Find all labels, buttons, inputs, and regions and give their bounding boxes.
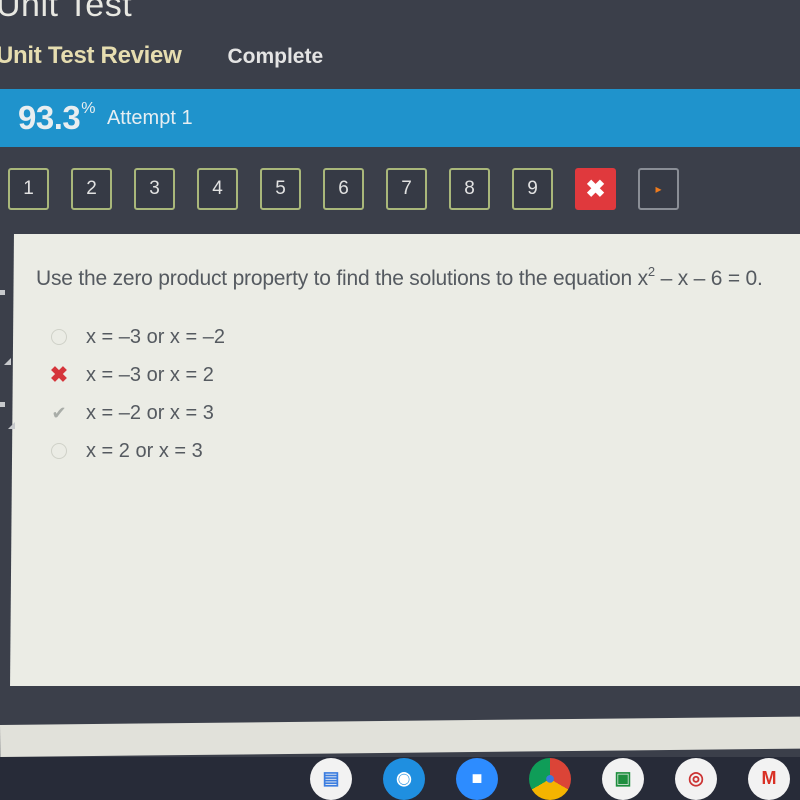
page-title: Unit Test: [0, 0, 133, 24]
choice-text: x = 2 or x = 3: [86, 439, 203, 462]
answer-choice-selected-incorrect[interactable]: ✖ x = –3 or x = 2: [48, 356, 225, 394]
question-prefix: Use the zero product property to find th…: [36, 267, 648, 290]
eye-app-icon[interactable]: ◉: [383, 757, 425, 800]
question-4-button[interactable]: 4: [197, 168, 238, 210]
answer-choice[interactable]: x = –3 or x = –2: [48, 318, 225, 356]
radio-icon[interactable]: [48, 440, 70, 462]
side-marker: [0, 402, 5, 407]
side-marker: [4, 358, 11, 365]
taskbar-shelf: ▤ ◉ ■ ● ▣ ◎ M: [0, 757, 800, 800]
score-bar: 93.3% Attempt 1: [0, 89, 800, 147]
question-6-button[interactable]: 6: [323, 168, 364, 210]
question-8-button[interactable]: 8: [449, 168, 490, 210]
question-10-incorrect-button[interactable]: ✖: [575, 168, 616, 210]
play-arrow-icon: ▸: [655, 182, 662, 196]
question-exponent: 2: [647, 264, 655, 279]
percent-sign: %: [81, 100, 95, 117]
x-mark-icon: ✖: [49, 362, 69, 387]
question-9-button[interactable]: 9: [512, 168, 553, 210]
question-2-button[interactable]: 2: [71, 168, 112, 210]
check-icon: ✔: [51, 402, 67, 423]
attempt-label: Attempt 1: [106, 106, 193, 129]
score-number: 93.3: [18, 99, 81, 136]
next-button[interactable]: ▸: [638, 168, 679, 210]
question-suffix: – x – 6 = 0.: [654, 267, 763, 290]
status-complete: Complete: [227, 45, 324, 68]
question-7-button[interactable]: 7: [386, 168, 427, 210]
answer-choices: x = –3 or x = –2 ✖ x = –3 or x = 2 ✔ x =…: [48, 318, 225, 470]
question-1-button[interactable]: 1: [8, 168, 49, 210]
lower-panel: [0, 716, 800, 757]
side-marker: [0, 290, 5, 295]
question-navigation: 1 2 3 4 5 6 7 8 9 ✖ ▸: [8, 168, 679, 210]
question-5-button[interactable]: 5: [260, 168, 301, 210]
question-text: Use the zero product property to find th…: [36, 264, 763, 291]
answer-choice-correct[interactable]: ✔ x = –2 or x = 3: [48, 394, 225, 432]
score-value: 93.3%: [18, 99, 95, 137]
screencastify-icon[interactable]: ◎: [675, 757, 717, 800]
google-classroom-icon[interactable]: ▣: [602, 757, 644, 800]
side-marker: [8, 422, 15, 429]
choice-text: x = –3 or x = 2: [86, 363, 214, 386]
unit-test-review-tab[interactable]: Unit Test Review: [0, 42, 182, 70]
chrome-icon[interactable]: ●: [529, 757, 571, 800]
zoom-icon[interactable]: ■: [456, 757, 498, 800]
choice-text: x = –2 or x = 3: [86, 401, 214, 424]
radio-icon[interactable]: [48, 326, 70, 348]
x-icon: ✖: [585, 175, 606, 203]
gmail-icon[interactable]: M: [748, 757, 790, 800]
subnav: Unit Test Review Complete: [0, 42, 323, 70]
choice-text: x = –3 or x = –2: [86, 325, 225, 348]
google-docs-icon[interactable]: ▤: [310, 757, 352, 800]
question-3-button[interactable]: 3: [134, 168, 175, 210]
answer-choice[interactable]: x = 2 or x = 3: [48, 432, 225, 470]
